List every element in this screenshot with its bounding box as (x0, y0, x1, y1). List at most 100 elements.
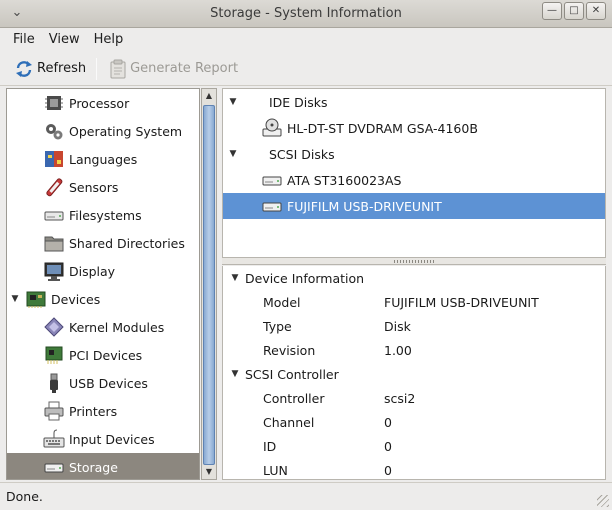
sidebar-item-languages[interactable]: Languages (7, 145, 199, 173)
section-title: SCSI Controller (245, 366, 339, 382)
sidebar-tree[interactable]: Processor Operating System Languages Sen… (6, 88, 200, 480)
details-value: FUJIFILM USB-DRIVEUNIT (384, 294, 539, 310)
close-button[interactable]: ✕ (586, 2, 606, 20)
maximize-button[interactable]: □ (564, 2, 584, 20)
sidebar-item-pci-devices[interactable]: PCI Devices (7, 341, 199, 369)
device-item-fujifilm[interactable]: FUJIFILM USB-DRIVEUNIT (223, 193, 605, 219)
sidebar-scrollbar[interactable]: ▲ ▼ (201, 88, 217, 480)
toolbar-separator (96, 57, 98, 80)
expander-expanded-icon[interactable]: ▼ (225, 149, 241, 159)
sidebar-item-storage[interactable]: Storage (7, 453, 199, 479)
section-title: Device Information (245, 270, 365, 286)
refresh-button[interactable]: Refresh (10, 57, 90, 81)
gears-icon (43, 120, 65, 142)
device-item-dvdram[interactable]: HL-DT-ST DVDRAM GSA-4160B (223, 115, 605, 141)
sidebar-item-shared-directories[interactable]: Shared Directories (7, 229, 199, 257)
sidebar-item-devices[interactable]: ▼ Devices (7, 285, 199, 313)
details-row[interactable]: ID 0 (223, 434, 605, 458)
sidebar-item-label: Input Devices (69, 431, 155, 447)
sidebar-item-label: Storage (69, 459, 118, 475)
details-row[interactable]: Revision 1.00 (223, 338, 605, 362)
details-key: LUN (263, 462, 288, 478)
folder-icon (43, 232, 65, 254)
window-title: Storage - System Information (210, 6, 402, 21)
expander-expanded-icon[interactable]: ▼ (227, 369, 243, 379)
scrollbar-thumb[interactable] (203, 105, 215, 465)
keyboard-icon (43, 428, 65, 450)
sensors-icon (43, 176, 65, 198)
device-group-label: SCSI Disks (269, 146, 335, 162)
filesystem-icon (43, 204, 65, 226)
window-titlebar[interactable]: ⌄ Storage - System Information — □ ✕ (0, 0, 612, 28)
details-row[interactable]: Type Disk (223, 314, 605, 338)
details-row[interactable]: Channel 0 (223, 410, 605, 434)
sidebar-item-label: Sensors (69, 179, 119, 195)
sidebar-item-processor[interactable]: Processor (7, 89, 199, 117)
sidebar-item-label: Operating System (69, 123, 183, 139)
details-key: Revision (263, 342, 316, 358)
expander-expanded-icon[interactable]: ▼ (9, 294, 21, 304)
minimize-button[interactable]: — (542, 2, 562, 20)
sidebar-item-kernel-modules[interactable]: Kernel Modules (7, 313, 199, 341)
optical-drive-icon (261, 117, 283, 139)
sidebar-item-label: PCI Devices (69, 347, 143, 363)
details-row[interactable]: Controller scsi2 (223, 386, 605, 410)
display-icon (43, 260, 65, 282)
hard-disk-icon (43, 456, 65, 478)
sidebar-item-display[interactable]: Display (7, 257, 199, 285)
details-section-device-information[interactable]: ▼ Device Information (223, 266, 605, 290)
report-icon (109, 59, 127, 79)
details-section-scsi-controller[interactable]: ▼ SCSI Controller (223, 362, 605, 386)
generate-report-label: Generate Report (130, 61, 239, 76)
status-text: Done. (6, 489, 43, 504)
device-item-ata-st3160023as[interactable]: ATA ST3160023AS (223, 167, 605, 193)
menu-help[interactable]: Help (87, 32, 131, 47)
device-item-label: HL-DT-ST DVDRAM GSA-4160B (287, 120, 478, 136)
details-row[interactable]: Model FUJIFILM USB-DRIVEUNIT (223, 290, 605, 314)
device-details[interactable]: ▼ Device Information Model FUJIFILM USB-… (222, 266, 606, 480)
sidebar-item-label: Shared Directories (69, 235, 185, 251)
device-list[interactable]: ▼ IDE Disks HL-DT-ST DVDRAM GSA-4160B ▼ … (222, 88, 606, 258)
devices-icon (25, 288, 47, 310)
device-group-label: IDE Disks (269, 94, 328, 110)
details-value: Disk (384, 318, 411, 334)
sidebar-item-label: Processor (69, 95, 130, 111)
pane-resize-handle[interactable] (222, 257, 606, 265)
sidebar-item-label: Display (69, 263, 116, 279)
device-group-ide-disks[interactable]: ▼ IDE Disks (223, 89, 605, 115)
sidebar-item-usb-devices[interactable]: USB Devices (7, 369, 199, 397)
sidebar-item-label: Kernel Modules (69, 319, 165, 335)
usb-icon (43, 372, 65, 394)
sidebar-item-filesystems[interactable]: Filesystems (7, 201, 199, 229)
device-group-scsi-disks[interactable]: ▼ SCSI Disks (223, 141, 605, 167)
hard-disk-icon (261, 169, 283, 191)
refresh-icon (14, 59, 34, 79)
menu-file[interactable]: File (6, 32, 42, 47)
details-row[interactable]: LUN 0 (223, 458, 605, 479)
toolbar: Refresh Generate Report (0, 52, 612, 86)
details-value: 0 (384, 438, 392, 454)
details-value: 0 (384, 414, 392, 430)
generate-report-button[interactable]: Generate Report (105, 57, 242, 81)
languages-icon (43, 148, 65, 170)
sidebar-item-label: USB Devices (69, 375, 148, 391)
scroll-down-arrow-icon[interactable]: ▼ (202, 465, 216, 479)
sidebar-item-printers[interactable]: Printers (7, 397, 199, 425)
expander-expanded-icon[interactable]: ▼ (225, 97, 241, 107)
menubar: File View Help (0, 28, 612, 50)
expander-expanded-icon[interactable]: ▼ (227, 273, 243, 283)
grip-dots (394, 260, 434, 263)
sidebar-item-sensors[interactable]: Sensors (7, 173, 199, 201)
details-key: Model (263, 294, 301, 310)
scroll-up-arrow-icon[interactable]: ▲ (202, 89, 216, 103)
sidebar-item-operating-system[interactable]: Operating System (7, 117, 199, 145)
sidebar-item-input-devices[interactable]: Input Devices (7, 425, 199, 453)
resize-grip-icon[interactable] (597, 495, 609, 507)
details-key: ID (263, 438, 277, 454)
device-item-label: ATA ST3160023AS (287, 172, 402, 188)
menu-view[interactable]: View (42, 32, 87, 47)
details-key: Controller (263, 390, 325, 406)
device-item-label: FUJIFILM USB-DRIVEUNIT (287, 198, 442, 214)
sidebar-item-label: Languages (69, 151, 138, 167)
printer-icon (43, 400, 65, 422)
